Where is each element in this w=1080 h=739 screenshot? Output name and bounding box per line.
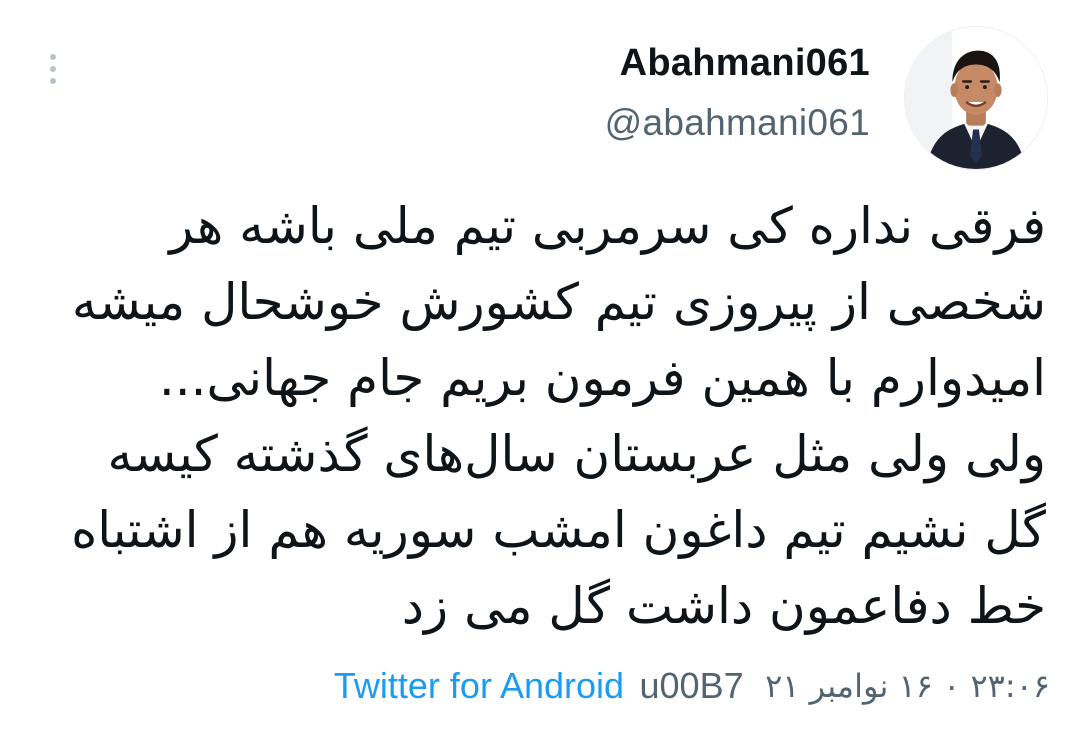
vertical-dots-icon <box>50 54 56 84</box>
more-options-button[interactable] <box>38 46 68 92</box>
profile-photo-icon <box>905 27 1047 169</box>
tweet-text-line: خط دفاعمون داشت گل می زد <box>401 577 1046 635</box>
author-handle[interactable]: @abahmani061 <box>605 100 870 146</box>
meta-separator: u00B7 <box>639 665 744 706</box>
tweet-text-line: ولی ولی مثل عربستان سال‌های گذشته کیسه <box>107 425 1046 483</box>
source-link[interactable]: Twitter for Android <box>334 665 624 706</box>
tweet-text-line: فرقی نداره کی سرمربی تیم ملی باشه هر <box>169 197 1046 255</box>
author-info: Abahmani061 @abahmani061 <box>605 40 870 146</box>
author-display-name[interactable]: Abahmani061 <box>605 40 870 86</box>
avatar[interactable] <box>904 26 1048 170</box>
tweet-text-line: امیدوارم با همین فرمون بریم جام جهانی... <box>158 349 1046 407</box>
tweet-meta: Twitter for Android u00B7 ۲۳:۰۶ ۰ ۱۶ نوا… <box>334 660 1050 711</box>
timestamp[interactable]: ۲۳:۰۶ ۰ ۱۶ نوامبر ۲۱ <box>765 667 1050 705</box>
tweet-text-line: شخصی از پیروزی تیم کشورش خوشحال میشه <box>71 273 1046 331</box>
tweet-text-line: گل نشیم تیم داغون امشب سوریه هم از اشتبا… <box>71 501 1046 559</box>
tweet-text: فرقی نداره کی سرمربی تیم ملی باشه هر شخص… <box>30 188 1046 644</box>
